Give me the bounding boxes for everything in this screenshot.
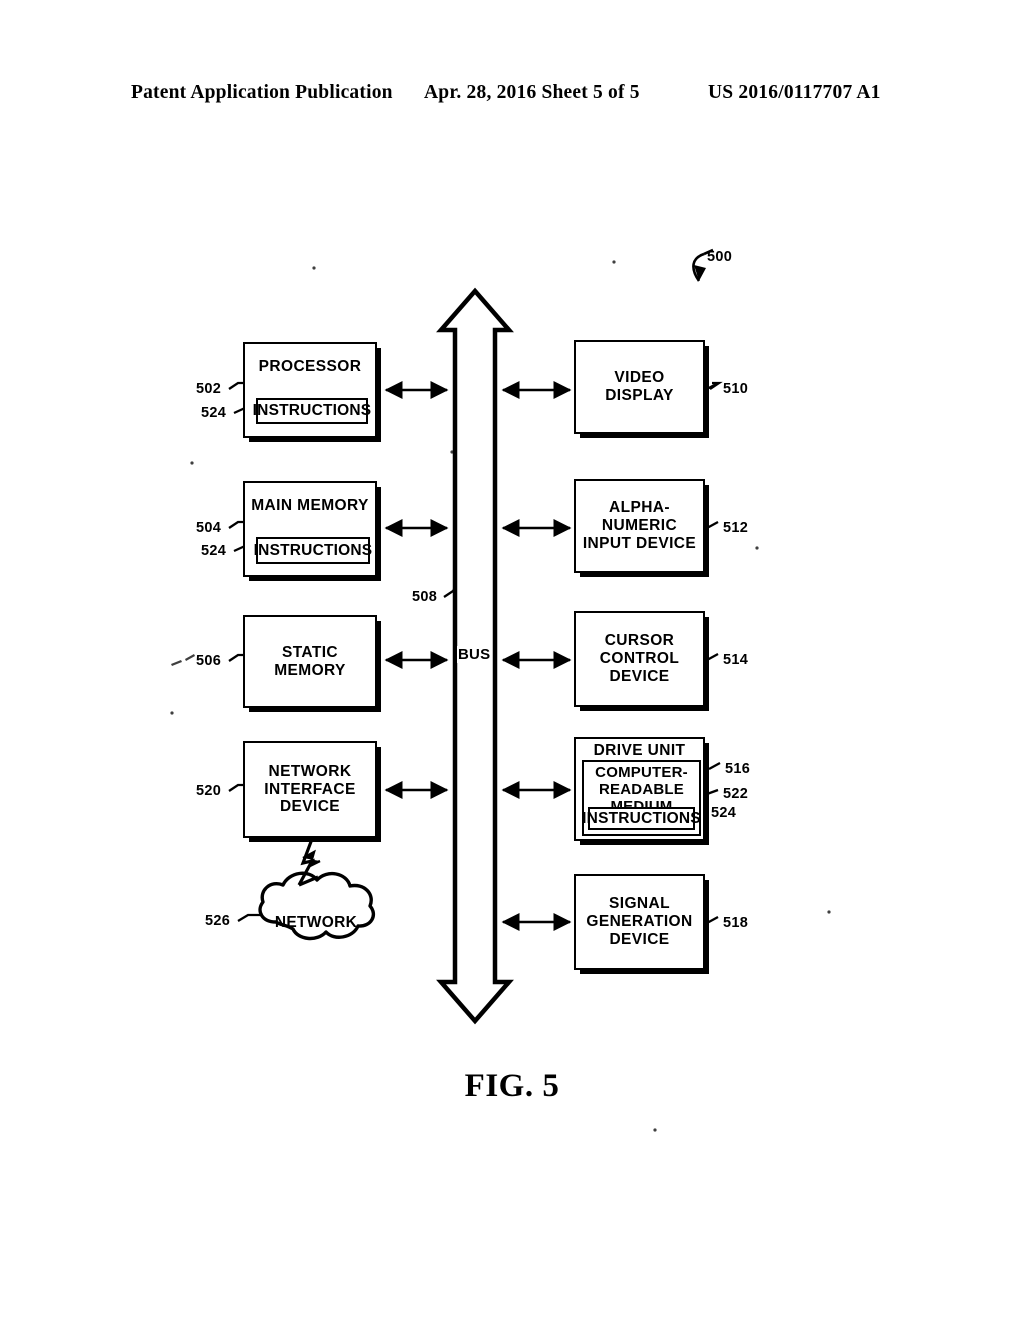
block-video-display[interactable]: VIDEO DISPLAY — [574, 340, 705, 434]
block-drive-unit-instructions[interactable]: INSTRUCTIONS — [582, 807, 701, 830]
block-drive-unit-instructions-label: INSTRUCTIONS — [582, 809, 701, 827]
figure-caption: FIG. 5 — [464, 1068, 560, 1104]
block-processor[interactable]: PROCESSOR INSTRUCTIONS — [243, 342, 377, 438]
ref-500: 500 — [707, 249, 733, 265]
block-video-display-label: VIDEO DISPLAY — [605, 369, 674, 404]
block-processor-label: PROCESSOR — [258, 358, 362, 375]
figure-line-art — [170, 248, 831, 1132]
block-static-memory[interactable]: STATIC MEMORY — [243, 615, 377, 708]
ref-520: 520 — [196, 783, 222, 799]
block-signal-generation-device[interactable]: SIGNAL GENERATION DEVICE — [574, 874, 705, 970]
ref-516: 516 — [725, 761, 751, 777]
block-main-memory-instructions[interactable]: INSTRUCTIONS — [253, 537, 373, 564]
block-main-memory-label: MAIN MEMORY — [251, 497, 369, 514]
block-network-interface-device-label: NETWORK INTERFACE DEVICE — [264, 762, 356, 816]
figure-5-diagram: PROCESSOR INSTRUCTIONS MAIN MEMORY INSTR… — [0, 0, 1024, 1320]
ref-524-drive-unit: 524 — [711, 805, 737, 821]
block-processor-instructions[interactable]: INSTRUCTIONS — [253, 398, 371, 424]
ref-508: 508 — [412, 589, 438, 605]
ref-514: 514 — [723, 652, 749, 668]
block-processor-instructions-label: INSTRUCTIONS — [252, 402, 372, 419]
block-alpha-numeric-input-device-label: ALPHA-NUMERIC INPUT DEVICE — [582, 499, 697, 552]
block-drive-unit[interactable]: DRIVE UNIT COMPUTER- READABLE MEDIUM INS… — [574, 737, 705, 841]
ref-526: 526 — [205, 913, 231, 929]
block-computer-readable-medium[interactable]: COMPUTER- READABLE MEDIUM INSTRUCTIONS — [582, 760, 701, 836]
block-cursor-control-device-label: CURSOR CONTROL DEVICE — [599, 632, 680, 685]
ref-522: 522 — [723, 786, 749, 802]
network-cloud-label: NETWORK — [274, 914, 358, 931]
ref-502: 502 — [196, 381, 222, 397]
ref-504: 504 — [196, 520, 222, 536]
block-cursor-control-device[interactable]: CURSOR CONTROL DEVICE — [574, 611, 705, 707]
ref-524-main-memory: 524 — [201, 543, 227, 559]
block-main-memory-instructions-label: INSTRUCTIONS — [253, 541, 373, 559]
block-alpha-numeric-input-device[interactable]: ALPHA-NUMERIC INPUT DEVICE — [574, 479, 705, 573]
ref-510: 510 — [723, 381, 749, 397]
block-network-interface-device[interactable]: NETWORK INTERFACE DEVICE — [243, 741, 377, 838]
ref-524-processor: 524 — [201, 405, 227, 421]
ref-506: 506 — [196, 653, 222, 669]
ref-518: 518 — [723, 915, 749, 931]
bus-label: BUS — [457, 646, 492, 663]
block-drive-unit-label: DRIVE UNIT — [593, 742, 686, 759]
block-static-memory-label: STATIC MEMORY — [274, 643, 346, 679]
block-main-memory[interactable]: MAIN MEMORY INSTRUCTIONS — [243, 481, 377, 577]
ref-512: 512 — [723, 520, 749, 536]
block-signal-generation-device-label: SIGNAL GENERATION DEVICE — [586, 895, 693, 948]
